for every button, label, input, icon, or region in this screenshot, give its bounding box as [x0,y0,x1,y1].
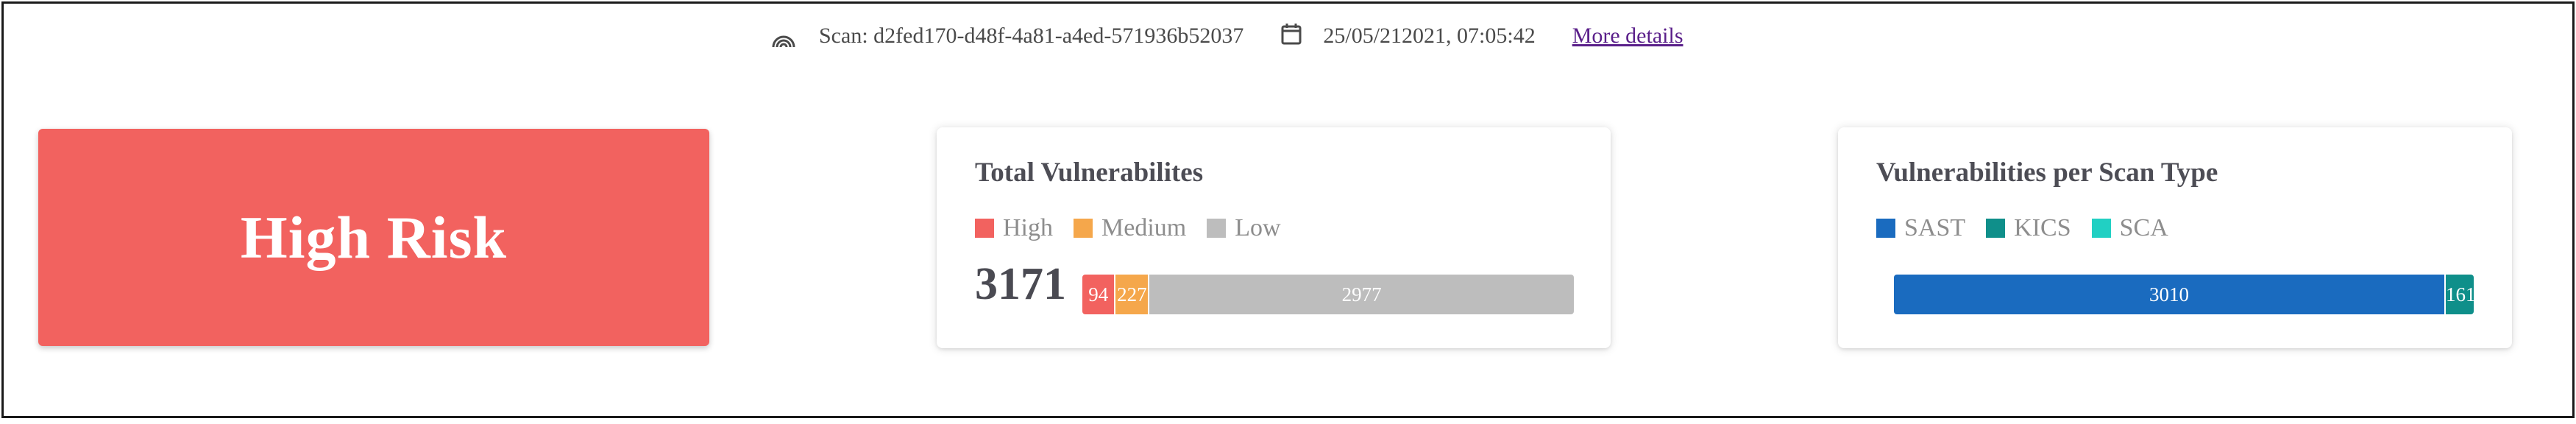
scan-type-title: Vulnerabilities per Scan Type [1876,158,2218,188]
more-details-link[interactable]: More details [1572,24,1683,49]
calendar-icon [1279,21,1304,46]
scan-type-legend: SAST KICS SCA [1876,214,2189,242]
risk-level-card: High Risk [38,129,709,346]
severity-legend: High Medium Low [975,214,1302,242]
scan-id: Scan: d2fed170-d48f-4a81-a4ed-571936b520… [819,24,1244,48]
dashboard-frame: Scan: d2fed170-d48f-4a81-a4ed-571936b520… [1,1,2575,418]
total-vulnerabilities-card: Total Vulnerabilites High Medium Low 317… [937,127,1611,348]
scan-type-segment-sast: 3010 [1894,275,2444,314]
legend-label-medium: Medium [1101,214,1187,241]
scan-type-stacked-bar: 3010 161 [1894,275,2474,314]
total-vulnerabilities-count: 3171 [975,259,1066,309]
severity-segment-medium: 227 [1114,275,1149,314]
legend-swatch-kics [1986,219,2006,238]
legend-label-low: Low [1235,214,1281,241]
legend-item-sca: SCA [2091,214,2168,242]
severity-segment-low: 2977 [1148,275,1574,314]
legend-label-high: High [1003,214,1053,241]
scan-type-segment-kics: 161 [2444,275,2474,314]
legend-swatch-low [1207,219,1227,238]
legend-item-medium: Medium [1074,214,1186,242]
legend-swatch-sca [2091,219,2111,238]
scan-date: 25/05/212021, 07:05:42 [1323,24,1536,48]
legend-swatch-medium [1074,219,1093,238]
risk-level-label: High Risk [240,203,508,271]
legend-label-sca: SCA [2119,214,2168,241]
legend-item-kics: KICS [1986,214,2071,242]
legend-label-sast: SAST [1904,214,1966,241]
legend-item-sast: SAST [1876,214,1965,242]
severity-stacked-bar: 94 227 2977 [1082,275,1574,314]
legend-item-high: High [975,214,1053,242]
legend-label-kics: KICS [2014,214,2071,241]
legend-swatch-sast [1876,219,1895,238]
legend-swatch-high [975,219,994,238]
scan-type-card: Vulnerabilities per Scan Type SAST KICS … [1838,127,2512,348]
scan-info-bar: Scan: d2fed170-d48f-4a81-a4ed-571936b520… [769,21,1683,51]
legend-item-low: Low [1207,214,1281,242]
scan-icon [769,25,798,54]
total-vulnerabilities-title: Total Vulnerabilites [975,158,1204,188]
severity-segment-high: 94 [1082,275,1115,314]
